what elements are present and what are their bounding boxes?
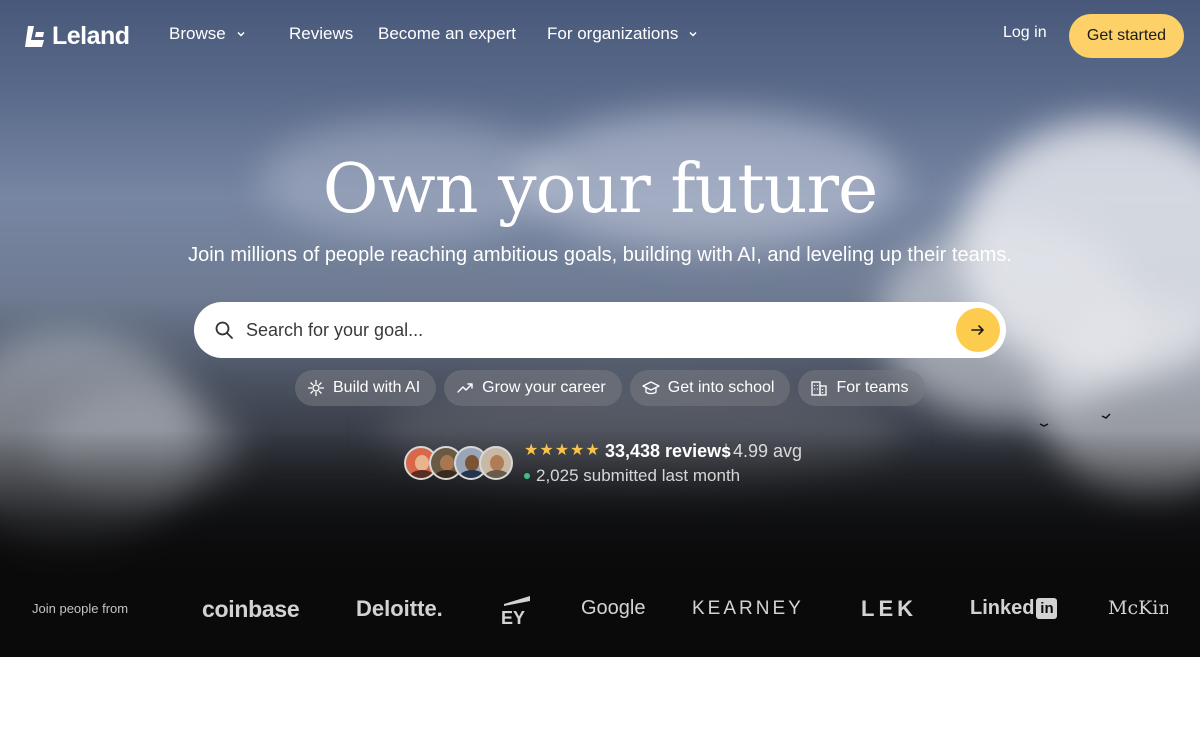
nav-browse[interactable]: Browse xyxy=(169,24,246,44)
avatar xyxy=(479,446,513,480)
nav-become-expert[interactable]: Become an expert xyxy=(378,24,516,44)
graduation-cap-icon xyxy=(642,381,660,395)
nav-for-organizations-label: For organizations xyxy=(547,24,679,43)
nav-become-expert-label: Become an expert xyxy=(378,24,516,43)
mckinsey-logo: McKinsey xyxy=(1108,597,1168,619)
ey-logo: EY xyxy=(501,596,530,626)
login-link[interactable]: Log in xyxy=(1003,24,1047,42)
hero-fade xyxy=(0,430,1200,657)
star-icon: ★ xyxy=(554,442,570,459)
review-separator: | xyxy=(724,442,729,459)
review-count[interactable]: 33,438 reviews xyxy=(605,441,731,462)
arrow-right-icon xyxy=(971,325,984,335)
goal-search-input[interactable] xyxy=(246,302,936,358)
chevron-down-icon xyxy=(237,31,245,37)
goal-search-bar xyxy=(194,302,1006,358)
chip-for-teams[interactable]: For teams xyxy=(798,370,925,406)
reviewer-avatars xyxy=(404,446,514,480)
kearney-logo: KEARNEY xyxy=(692,598,804,619)
chip-get-into-school[interactable]: Get into school xyxy=(629,370,791,406)
brand-name: Leland xyxy=(52,22,130,50)
google-logo: Google xyxy=(581,597,646,619)
chip-build-with-ai[interactable]: Build with AI xyxy=(295,370,437,406)
star-icon: ★ xyxy=(524,442,539,459)
hero-section: Leland Browse Reviews Become an expert F… xyxy=(0,0,1200,657)
trend-up-icon xyxy=(457,383,473,393)
star-icon: ★ xyxy=(585,442,600,459)
ai-spark-icon xyxy=(308,380,324,396)
coinbase-logo: coinbase xyxy=(202,596,300,622)
hero-title: Own your future xyxy=(322,150,878,229)
nav-browse-label: Browse xyxy=(169,24,226,43)
nav-reviews[interactable]: Reviews xyxy=(289,24,353,44)
linkedin-logo: Linked in xyxy=(970,597,1058,620)
star-icon: ★ xyxy=(570,442,585,459)
chip-grow-your-career[interactable]: Grow your career xyxy=(444,370,622,406)
star-icon: ★ xyxy=(539,442,554,459)
nav-for-organizations[interactable]: For organizations xyxy=(547,24,698,44)
building-icon xyxy=(811,381,828,396)
search-submit-button[interactable] xyxy=(956,308,1000,352)
nav-reviews-label: Reviews xyxy=(289,24,354,43)
get-started-button[interactable]: Get started xyxy=(1069,14,1184,58)
chip-label: For teams xyxy=(836,379,909,396)
chip-label: Build with AI xyxy=(333,379,421,396)
activity-dot xyxy=(524,473,530,479)
reviews-submitted: 2,025 submitted last month xyxy=(536,466,741,485)
logos-label: Join people from xyxy=(32,601,129,616)
hero-subtitle: Join millions of people reaching ambitio… xyxy=(188,244,1012,266)
lek-logo: LEK xyxy=(861,596,917,621)
brand-logo[interactable]: Leland xyxy=(24,22,130,51)
chip-label: Get into school xyxy=(667,379,775,396)
birds-decoration xyxy=(1039,413,1111,427)
top-nav: Leland Browse Reviews Become an expert F… xyxy=(0,0,1200,70)
category-chips: Build with AI Grow your career Get into … xyxy=(295,370,925,406)
rating-stars: ★ ★ ★ ★ ★ xyxy=(524,442,600,460)
review-average: 4.99 avg xyxy=(733,441,803,461)
search-icon xyxy=(215,321,233,339)
deloitte-logo: Deloitte. xyxy=(356,596,443,621)
svg-text:EY: EY xyxy=(501,608,525,626)
leland-logo-icon xyxy=(25,25,44,47)
chip-label: Grow your career xyxy=(482,379,606,396)
chevron-down-icon xyxy=(689,31,697,37)
